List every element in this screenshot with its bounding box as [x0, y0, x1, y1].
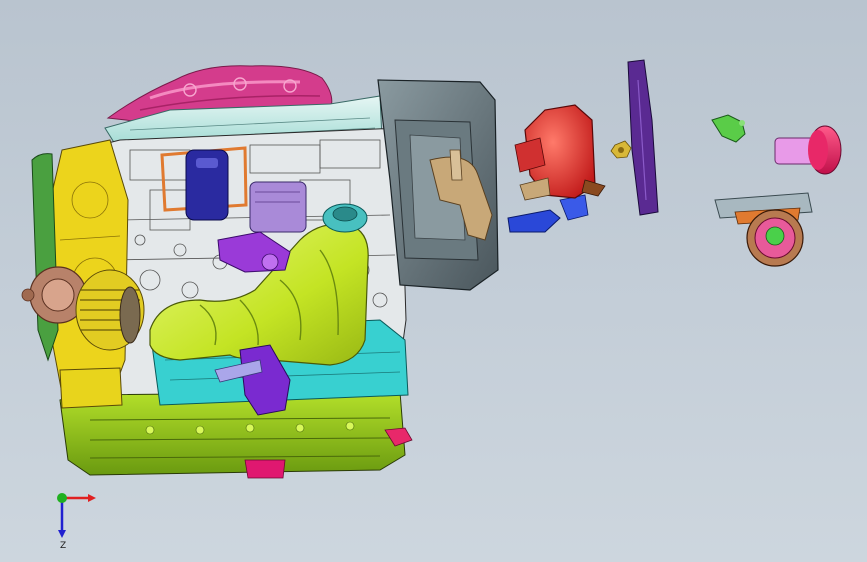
starter-motor[interactable]: [514, 104, 606, 201]
alternator[interactable]: [75, 269, 145, 351]
x-arrow-icon: [88, 494, 96, 502]
crank-pulley-housing[interactable]: [59, 367, 123, 409]
nut[interactable]: [610, 140, 632, 159]
z-axis-label: Z: [60, 541, 66, 550]
oil-filter[interactable]: [249, 181, 307, 233]
orientation-triad: Z: [57, 493, 96, 550]
flywheel-assembly[interactable]: [714, 192, 813, 267]
y-axis-icon: [57, 493, 67, 503]
bracket[interactable]: [627, 59, 659, 216]
z-arrow-icon: [58, 530, 66, 538]
model-scene[interactable]: [0, 0, 867, 562]
solenoid[interactable]: [774, 125, 842, 175]
3d-viewport[interactable]: Z: [0, 0, 867, 562]
sensor[interactable]: [711, 114, 746, 143]
wiring-connector[interactable]: [507, 194, 589, 233]
